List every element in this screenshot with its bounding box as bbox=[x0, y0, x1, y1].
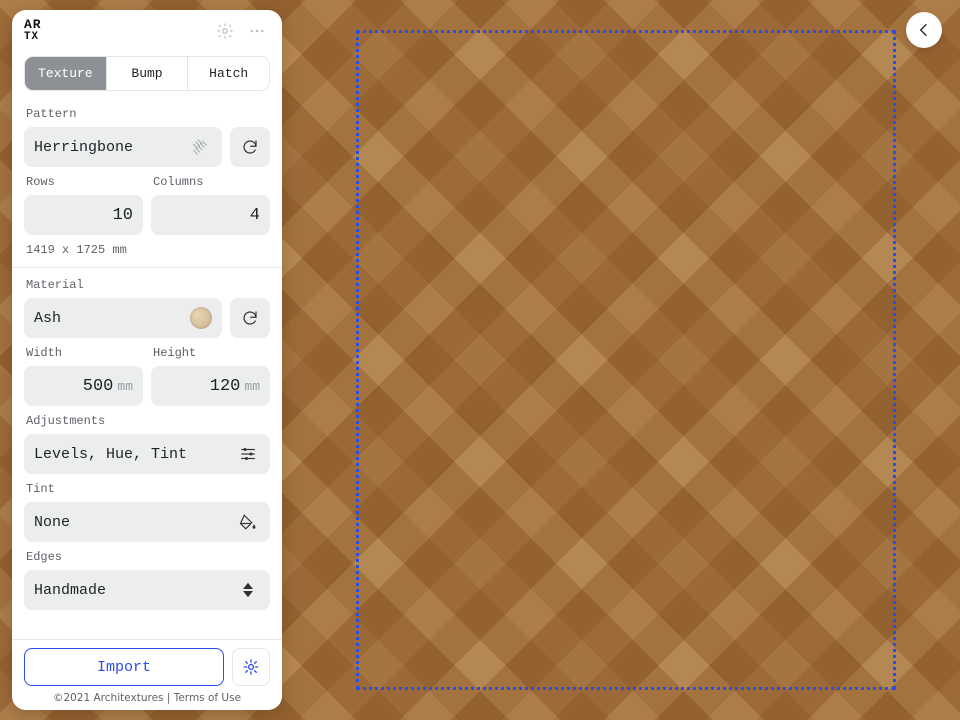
selection-marquee[interactable] bbox=[356, 30, 896, 690]
rows-value: 10 bbox=[113, 206, 133, 225]
height-input[interactable]: 120 mm bbox=[151, 366, 270, 406]
tab-bump-label: Bump bbox=[131, 66, 162, 81]
logo-line-1: AR bbox=[24, 17, 42, 32]
logo-line-2: TX bbox=[24, 31, 42, 43]
tab-hatch[interactable]: Hatch bbox=[187, 57, 269, 90]
panel-header: AR TX bbox=[12, 10, 282, 50]
columns-input[interactable]: 4 bbox=[151, 195, 270, 235]
header-actions bbox=[212, 18, 270, 44]
material-swatch-icon bbox=[190, 307, 212, 329]
tint-label: Tint bbox=[26, 482, 268, 496]
settings-header-button[interactable] bbox=[212, 18, 238, 44]
more-button[interactable] bbox=[244, 18, 270, 44]
tab-texture[interactable]: Texture bbox=[25, 57, 106, 90]
pattern-value: Herringbone bbox=[34, 139, 133, 156]
columns-value: 4 bbox=[250, 206, 260, 225]
width-unit: mm bbox=[117, 379, 133, 394]
adjustments-label: Adjustments bbox=[26, 414, 268, 428]
pattern-randomize-button[interactable] bbox=[230, 127, 270, 167]
up-down-icon bbox=[236, 578, 260, 602]
panel-footer: Import ©2021 Architextures | Terms of Us… bbox=[12, 639, 282, 710]
arrow-left-icon bbox=[916, 22, 932, 38]
columns-label: Columns bbox=[153, 175, 268, 189]
dimensions-readout: 1419 x 1725 mm bbox=[26, 243, 268, 257]
refresh-icon bbox=[241, 138, 259, 156]
pattern-select[interactable]: Herringbone bbox=[24, 127, 222, 167]
import-label: Import bbox=[97, 659, 151, 676]
tab-bump[interactable]: Bump bbox=[106, 57, 188, 90]
divider bbox=[12, 267, 282, 268]
width-value: 500 bbox=[83, 377, 114, 396]
tab-hatch-label: Hatch bbox=[209, 66, 248, 81]
gear-icon bbox=[216, 22, 234, 40]
rows-label: Rows bbox=[26, 175, 141, 189]
app-logo[interactable]: AR TX bbox=[24, 19, 42, 43]
import-settings-button[interactable] bbox=[232, 648, 270, 686]
paint-bucket-icon bbox=[236, 510, 260, 534]
material-label: Material bbox=[26, 278, 268, 292]
tint-select[interactable]: None bbox=[24, 502, 270, 542]
pattern-label: Pattern bbox=[26, 107, 268, 121]
height-label: Height bbox=[153, 346, 268, 360]
material-select[interactable]: Ash bbox=[24, 298, 222, 338]
import-button[interactable]: Import bbox=[24, 648, 224, 686]
sliders-icon bbox=[236, 442, 260, 466]
edges-value: Handmade bbox=[34, 582, 106, 599]
edges-select[interactable]: Handmade bbox=[24, 570, 270, 610]
adjustments-select[interactable]: Levels, Hue, Tint bbox=[24, 434, 270, 474]
width-input[interactable]: 500 mm bbox=[24, 366, 143, 406]
tint-value: None bbox=[34, 514, 70, 531]
properties-panel: AR TX Texture Bump Hatch Pattern Herring… bbox=[12, 10, 282, 710]
material-value: Ash bbox=[34, 310, 61, 327]
rows-input[interactable]: 10 bbox=[24, 195, 143, 235]
material-randomize-button[interactable] bbox=[230, 298, 270, 338]
tab-texture-label: Texture bbox=[38, 66, 93, 81]
herringbone-icon bbox=[188, 135, 212, 159]
adjustments-value: Levels, Hue, Tint bbox=[34, 446, 187, 463]
edges-label: Edges bbox=[26, 550, 268, 564]
panel-body: Pattern Herringbone Rows 10 Columns bbox=[12, 99, 282, 639]
refresh-icon bbox=[241, 309, 259, 327]
height-value: 120 bbox=[210, 377, 241, 396]
legal-text[interactable]: ©2021 Architextures | Terms of Use bbox=[24, 692, 270, 704]
back-button[interactable] bbox=[906, 12, 942, 48]
gear-icon bbox=[242, 658, 260, 676]
height-unit: mm bbox=[244, 379, 260, 394]
mode-tabs: Texture Bump Hatch bbox=[24, 56, 270, 91]
more-horizontal-icon bbox=[248, 22, 266, 40]
width-label: Width bbox=[26, 346, 141, 360]
